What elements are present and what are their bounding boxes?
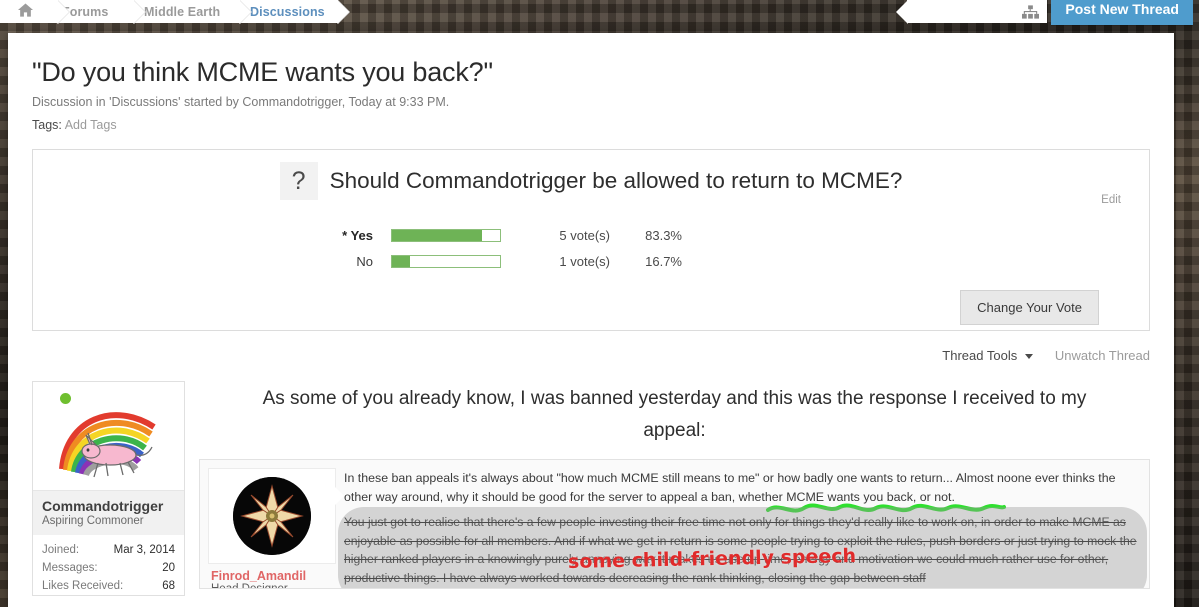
post-body: As some of you already know, I was banne… <box>185 381 1150 596</box>
add-tags-link[interactable]: Add Tags <box>65 118 117 132</box>
stat-row: Messages: 20 <box>42 559 175 577</box>
post-author-card: Commandotrigger Aspiring Commoner Joined… <box>32 381 185 596</box>
stat-value: Mar 3, 2014 <box>113 544 175 556</box>
tags-label: Tags: <box>32 118 62 132</box>
post-container: Commandotrigger Aspiring Commoner Joined… <box>8 363 1174 596</box>
thread-page-card: "Do you think MCME wants you back?" Disc… <box>8 33 1174 607</box>
poll-option-votes: 1 vote(s) <box>559 253 610 269</box>
quoted-author-name[interactable]: Finrod_Amandil <box>208 569 336 583</box>
thread-tools-label: Thread Tools <box>942 348 1018 363</box>
page-title: "Do you think MCME wants you back?" <box>32 57 493 87</box>
breadcrumb-label: Discussions <box>250 4 325 19</box>
quoted-paragraph: In these ban appeals it's always about "… <box>344 471 1116 504</box>
stat-key: Joined: <box>42 544 80 556</box>
quoted-author-card: Finrod_Amandil Head Designer <box>208 468 344 588</box>
poll-option-percent: 16.7% <box>645 253 682 269</box>
home-icon <box>18 3 33 20</box>
unwatch-thread-link[interactable]: Unwatch Thread <box>1055 348 1150 363</box>
sitemap-icon[interactable] <box>1019 2 1041 21</box>
stat-key: Likes Received: <box>42 580 124 592</box>
stat-value: 68 <box>162 580 175 592</box>
thread-tools-dropdown[interactable]: Thread Tools <box>942 348 1033 363</box>
poll-option-label: No <box>356 253 373 269</box>
breadcrumb-item-forums[interactable]: Forums <box>40 0 146 24</box>
breadcrumb-label: Middle Earth <box>144 4 221 19</box>
poll-option-row: * Yes 5 vote(s) 83.3% <box>51 222 1131 248</box>
stat-value: 20 <box>162 562 175 574</box>
poll-option-votes: 5 vote(s) <box>559 227 610 243</box>
star-flower-avatar <box>233 477 311 555</box>
chevron-down-icon <box>1024 354 1033 360</box>
online-status-dot <box>60 393 71 404</box>
question-mark-icon: ? <box>279 162 318 200</box>
quoted-avatar[interactable] <box>208 468 344 564</box>
post-author-name[interactable]: Commandotrigger <box>42 498 175 514</box>
post-author-title: Aspiring Commoner <box>42 515 144 527</box>
quoted-author-role: Head Designer <box>211 583 288 589</box>
poll-option-percent: 83.3% <box>645 227 682 243</box>
rainbow-unicorn-avatar <box>58 412 156 478</box>
post-author-stats: Joined: Mar 3, 2014 Messages: 20 Likes R… <box>33 535 184 595</box>
poll-option-row: No 1 vote(s) 16.7% <box>51 248 1131 274</box>
poll-panel: ? Should Commandotrigger be allowed to r… <box>32 149 1150 331</box>
thread-subtitle: Discussion in 'Discussions' started by C… <box>32 95 450 109</box>
poll-results: * Yes 5 vote(s) 83.3% No 1 vote(s) 16.7% <box>51 222 1131 274</box>
poll-option-bar <box>391 254 501 268</box>
post-heading: As some of you already know, I was banne… <box>262 388 1087 441</box>
poll-option-bar <box>391 228 501 242</box>
poll-question: Should Commandotrigger be allowed to ret… <box>329 168 903 193</box>
thread-tags: Tags: Add Tags <box>8 109 1174 132</box>
stat-row: Likes Received: 68 <box>42 577 175 595</box>
stat-key: Messages: <box>42 562 98 574</box>
poll-edit-link[interactable]: Edit <box>1101 194 1121 206</box>
poll-option-label: * Yes <box>342 227 373 243</box>
post-new-thread-button[interactable]: Post New Thread <box>1051 0 1193 25</box>
thread-tools-row: Thread Tools Unwatch Thread <box>8 331 1174 363</box>
quoted-text-body: In these ban appeals it's always about "… <box>336 468 1147 588</box>
change-your-vote-button[interactable]: Change Your Vote <box>960 290 1099 325</box>
quoted-post: Finrod_Amandil Head Designer In these ba… <box>199 459 1150 589</box>
breadcrumb: Forums Middle Earth Discussions Post New… <box>0 0 1199 25</box>
avatar[interactable] <box>33 382 184 490</box>
stat-row: Joined: Mar 3, 2014 <box>42 541 175 559</box>
